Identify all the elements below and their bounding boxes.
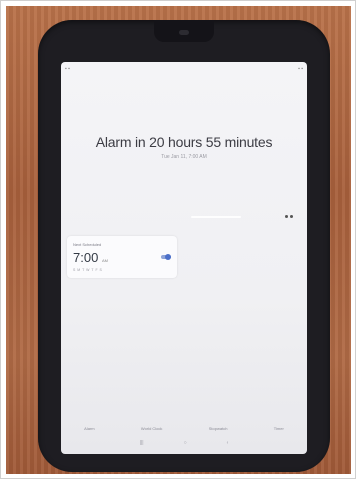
tab-world-clock[interactable]: World Clock [141, 426, 163, 431]
alarm-days: S M T W T F S [73, 268, 103, 272]
more-options-icon[interactable] [285, 212, 297, 220]
alarm-card[interactable]: Next Scheduled 7:00 AM S M T W T F S [67, 236, 177, 278]
alarm-time-ampm: AM [101, 258, 108, 263]
alarm-time: 7:00 AM [73, 250, 108, 265]
photo-background: ▪ ▪ ▪ ▪ Alarm in 20 hours 55 minutes Tue… [6, 6, 351, 474]
alarm-card-label: Next Scheduled [73, 242, 102, 247]
back-icon[interactable]: ‹ [227, 440, 229, 446]
tab-timer[interactable]: Timer [274, 426, 284, 431]
image-frame: ▪ ▪ ▪ ▪ Alarm in 20 hours 55 minutes Tue… [0, 0, 356, 479]
tab-alarm[interactable]: Alarm [84, 426, 94, 431]
alarm-countdown-subtitle: Tue Jan 11, 7:00 AM [161, 154, 207, 160]
camera-icon [179, 30, 189, 35]
home-icon[interactable]: ○ [184, 440, 187, 446]
alarm-countdown-title: Alarm in 20 hours 55 minutes [95, 134, 273, 150]
system-nav-bar: ||| ○ ‹ [61, 438, 307, 448]
tablet-screen: ▪ ▪ ▪ ▪ Alarm in 20 hours 55 minutes Tue… [61, 62, 307, 454]
tab-stopwatch[interactable]: Stopwatch [209, 426, 228, 431]
status-bar: ▪ ▪ ▪ ▪ [65, 64, 303, 74]
toggle-knob [165, 254, 171, 260]
status-left-icons: ▪ ▪ [65, 66, 70, 72]
alarm-time-value: 7:00 [73, 250, 99, 265]
status-right-icons: ▪ ▪ [298, 66, 303, 72]
recent-apps-icon[interactable]: ||| [140, 440, 144, 446]
alarm-toggle[interactable] [161, 254, 171, 260]
tablet-case: ▪ ▪ ▪ ▪ Alarm in 20 hours 55 minutes Tue… [38, 20, 330, 472]
bottom-tabs: Alarm World Clock Stopwatch Timer [61, 422, 307, 434]
screen-glare [191, 216, 241, 218]
